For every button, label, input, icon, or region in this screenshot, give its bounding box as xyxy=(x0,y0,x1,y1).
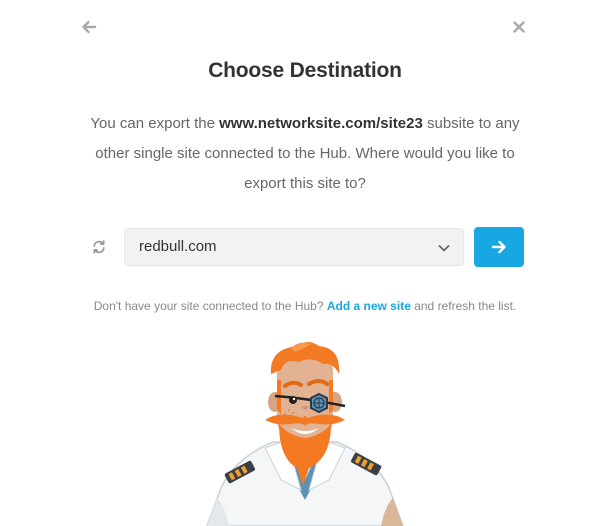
destination-site-select[interactable]: redbull.com xyxy=(124,228,464,266)
footer-before: Don't have your site connected to the Hu… xyxy=(93,299,327,313)
close-button[interactable] xyxy=(509,17,529,37)
add-new-site-link[interactable]: Add a new site xyxy=(327,299,411,313)
description-before: You can export the xyxy=(90,115,220,132)
continue-export-button[interactable] xyxy=(474,227,524,267)
footer-note: Don't have your site connected to the Hu… xyxy=(0,299,610,313)
pirate-captain-mascot xyxy=(206,342,404,526)
refresh-icon xyxy=(93,240,105,254)
footer-after: and refresh the list. xyxy=(410,299,517,313)
page-title: Choose Destination xyxy=(208,59,402,82)
chevron-down-icon xyxy=(438,245,450,252)
select-value: redbull.com xyxy=(139,238,217,255)
arrow-left-icon xyxy=(82,20,97,34)
refresh-list-button[interactable] xyxy=(90,238,108,256)
subsite-url: www.networksite.com/site23 xyxy=(219,115,423,132)
arrow-right-icon xyxy=(491,240,506,254)
back-button[interactable] xyxy=(79,17,99,37)
close-icon xyxy=(513,21,525,33)
description-text: You can export the www.networksite.com/s… xyxy=(80,109,530,199)
